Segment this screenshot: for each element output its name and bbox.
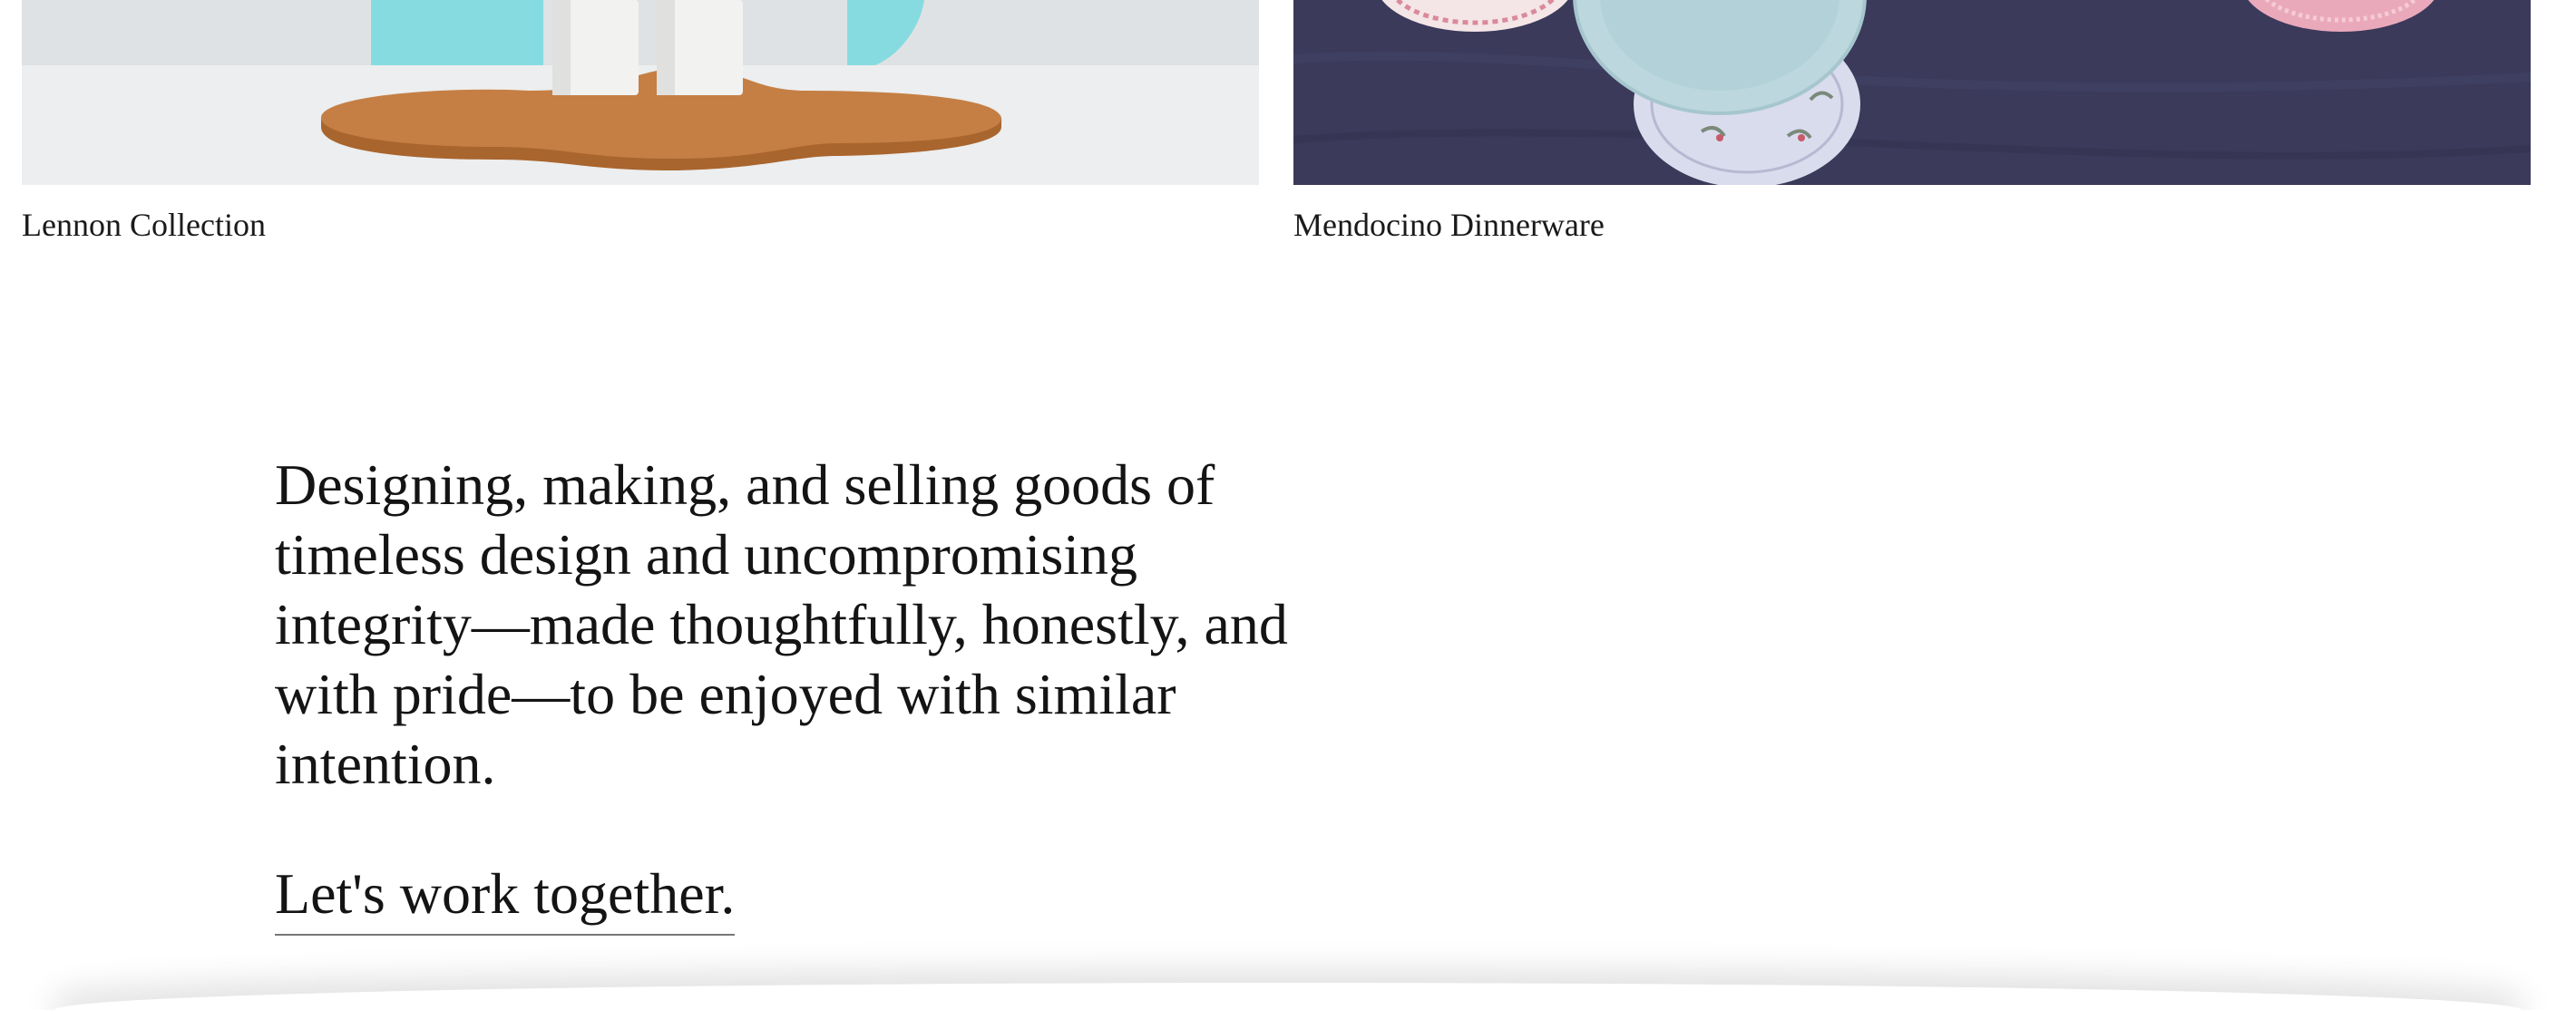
mendocino-dinnerware-caption[interactable]: Mendocino Dinnerware bbox=[1293, 203, 1605, 247]
page: Lennon Collection Mendocino Dinnerware D… bbox=[0, 0, 2576, 1010]
product-card-mendocino-dinnerware[interactable]: Mendocino Dinnerware bbox=[1293, 0, 2531, 243]
lennon-collection-image[interactable] bbox=[22, 0, 1259, 185]
product-card-lennon-collection[interactable]: Lennon Collection bbox=[22, 0, 1259, 243]
mission-statement: Designing, making, and selling goods of … bbox=[275, 452, 1288, 796]
footer-panel-edge bbox=[54, 983, 2522, 1010]
lennon-collection-caption[interactable]: Lennon Collection bbox=[22, 203, 266, 247]
mendocino-dinnerware-image[interactable] bbox=[1293, 0, 2531, 185]
work-together-link[interactable]: Let's work together. bbox=[275, 856, 736, 936]
